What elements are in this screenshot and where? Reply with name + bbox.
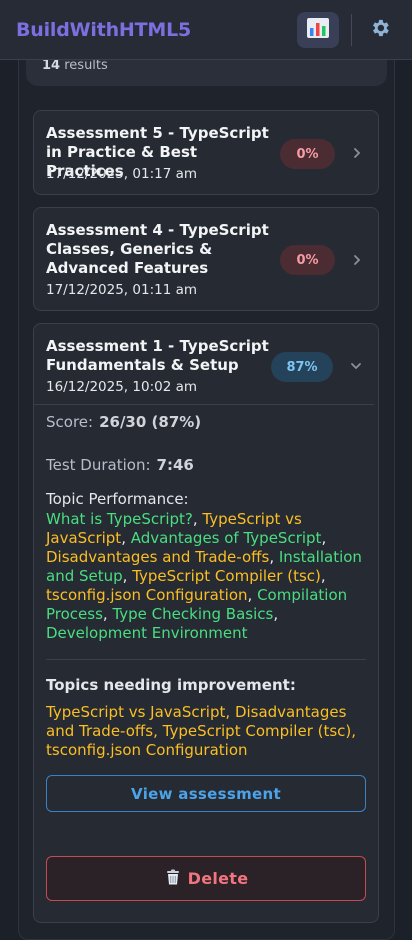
topic-performance-label: Topic Performance:	[46, 490, 189, 508]
improvement-topic-item: TypeScript Compiler (tsc)	[162, 722, 352, 740]
chevron-down-icon[interactable]	[349, 359, 363, 373]
settings-button[interactable]	[366, 16, 394, 44]
topic-item: TypeScript Compiler (tsc)	[132, 567, 321, 585]
topic-item: Advantages of TypeScript	[130, 529, 322, 547]
score-value: 26/30 (87%)	[99, 413, 202, 431]
score-row: Score: 26/30 (87%)	[46, 413, 201, 431]
duration-value: 7:46	[156, 456, 194, 474]
topic-item: Disadvantages and Trade-offs	[46, 548, 270, 566]
score-badge: 0%	[280, 139, 335, 169]
improvement-title: Topics needing improvement:	[46, 676, 296, 694]
score-badge: 0%	[280, 245, 335, 275]
assessment-date: 16/12/2025, 10:02 am	[46, 379, 198, 395]
topic-item: tsconfig.json Configuration	[46, 586, 248, 604]
duration-label: Test Duration:	[46, 456, 151, 474]
gear-icon	[369, 17, 391, 43]
delete-button[interactable]: Delete	[46, 856, 366, 901]
assessment-date: 17/12/2025, 01:17 am	[46, 166, 198, 182]
stats-button[interactable]	[297, 12, 339, 48]
assessment-card[interactable]: Assessment 5 - TypeScript in Practice & …	[33, 110, 379, 195]
header-divider	[351, 14, 352, 46]
improvement-list: TypeScript vs JavaScript, Disadvantages …	[46, 703, 357, 759]
section-divider	[46, 659, 366, 660]
results-suffix: results	[64, 58, 108, 73]
view-assessment-button[interactable]: View assessment	[46, 775, 366, 812]
score-badge: 87%	[271, 352, 333, 382]
topic-item: Development Environment	[46, 624, 248, 642]
brand-logo[interactable]: BuildWithHTML5	[16, 19, 191, 41]
chart-icon	[306, 17, 330, 43]
results-number: 14	[42, 58, 61, 73]
chevron-right-icon[interactable]	[350, 253, 364, 267]
duration-row: Test Duration: 7:46	[46, 456, 194, 474]
trash-icon	[164, 868, 182, 890]
chevron-right-icon[interactable]	[350, 146, 364, 160]
topic-performance-list: What is TypeScript?, TypeScript vs JavaS…	[46, 510, 362, 642]
assessment-title: Assessment 1 - TypeScript Fundamentals &…	[46, 337, 269, 374]
assessment-date: 17/12/2025, 01:11 am	[46, 282, 198, 298]
assessment-title: Assessment 4 - TypeScript Classes, Gener…	[46, 221, 269, 277]
topic-item: What is TypeScript?	[46, 510, 193, 528]
score-label: Score:	[46, 413, 94, 431]
card-divider	[34, 404, 374, 405]
assessment-card-expanded[interactable]: Assessment 1 - TypeScript Fundamentals &…	[33, 323, 379, 923]
improvement-topic-item: TypeScript vs JavaScript	[46, 703, 226, 721]
topic-item: Type Checking Basics	[112, 605, 274, 623]
improvement-topic-item: tsconfig.json Configuration	[46, 741, 248, 759]
results-count: 14 results	[42, 58, 108, 73]
assessment-card[interactable]: Assessment 4 - TypeScript Classes, Gener…	[33, 207, 379, 311]
delete-label: Delete	[187, 869, 249, 888]
